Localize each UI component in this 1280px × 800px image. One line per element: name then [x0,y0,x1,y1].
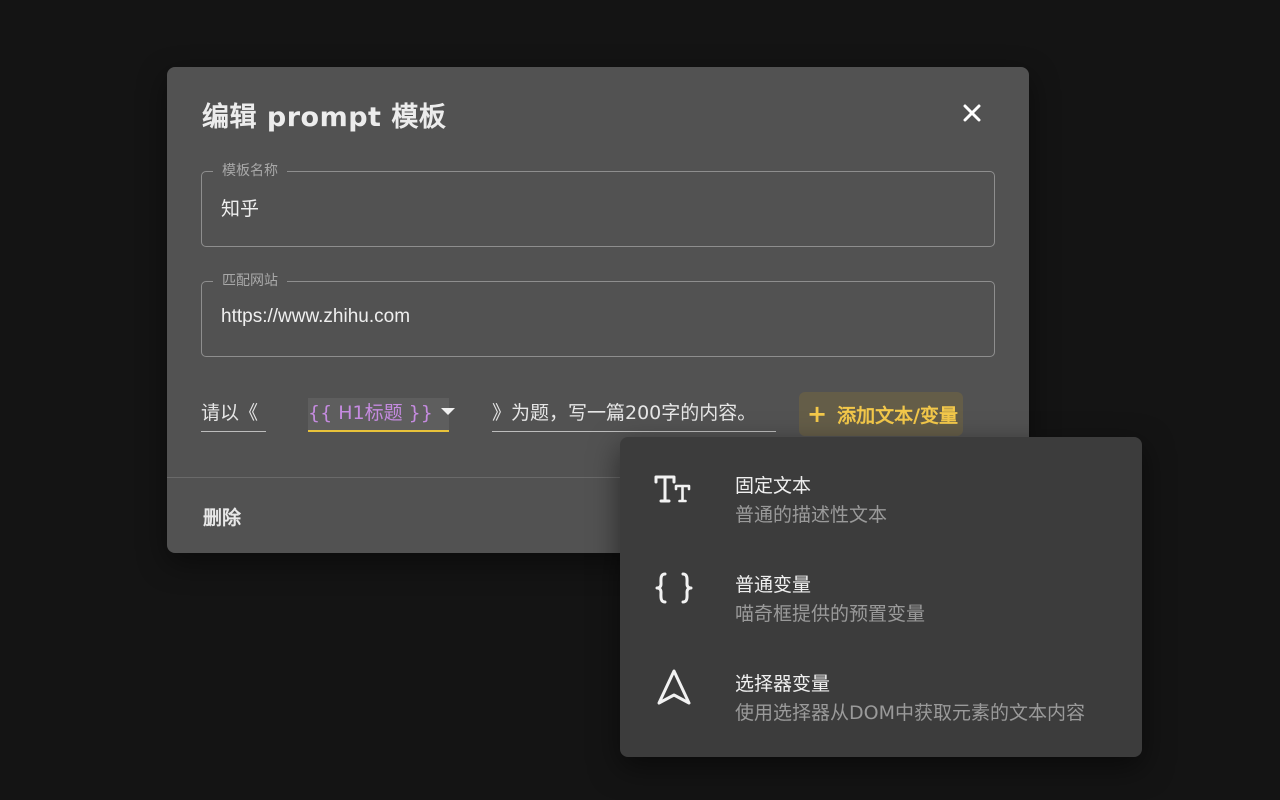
menu-item-desc: 喵奇框提供的预置变量 [735,603,926,625]
match-site-field: 匹配网站 [201,272,995,357]
delete-button[interactable]: 删除 [203,503,241,530]
braces-icon [650,564,698,612]
menu-item-desc: 使用选择器从DOM中获取元素的文本内容 [735,702,1085,724]
text-segment-prefix[interactable]: 请以《 [201,398,266,432]
menu-item-title: 普通变量 [735,574,812,596]
menu-item-selector-variable[interactable]: 选择器变量 使用选择器从DOM中获取元素的文本内容 [620,635,1142,735]
menu-item-fixed-text[interactable]: 固定文本 普通的描述性文本 [620,437,1142,537]
text-format-icon [650,465,698,513]
plus-icon: + [807,400,828,428]
template-name-label: 模板名称 [213,162,287,180]
menu-item-normal-variable[interactable]: 普通变量 喵奇框提供的预置变量 [620,536,1142,636]
variable-segment-label: {{ H1标题 }} [308,402,433,424]
variable-segment[interactable]: {{ H1标题 }} [308,398,455,432]
template-name-input[interactable] [221,196,971,218]
match-site-input[interactable] [221,306,971,328]
add-text-variable-button[interactable]: + 添加文本/变量 [799,392,963,436]
menu-item-title: 固定文本 [735,475,812,497]
dialog-title: 编辑 prompt 模板 [202,102,447,133]
template-name-field: 模板名称 [201,162,995,247]
text-segment-suffix[interactable]: 》为题，写一篇200字的内容。 [492,398,776,432]
add-button-label: 添加文本/变量 [837,404,959,427]
dropdown-caret-icon[interactable] [440,408,455,415]
navigation-arrow-icon [650,663,698,711]
close-icon [963,104,981,122]
screen: 编辑 prompt 模板 模板名称 匹配网站 请以《 {{ H1标题 }} 》为… [0,0,1280,800]
add-item-menu: 固定文本 普通的描述性文本 普通变量 喵奇框提供的预置变量 选择器变量 使用选择… [620,437,1142,757]
match-site-label: 匹配网站 [213,272,287,290]
menu-item-desc: 普通的描述性文本 [735,504,888,526]
menu-item-title: 选择器变量 [735,673,831,695]
close-button[interactable] [956,97,988,129]
